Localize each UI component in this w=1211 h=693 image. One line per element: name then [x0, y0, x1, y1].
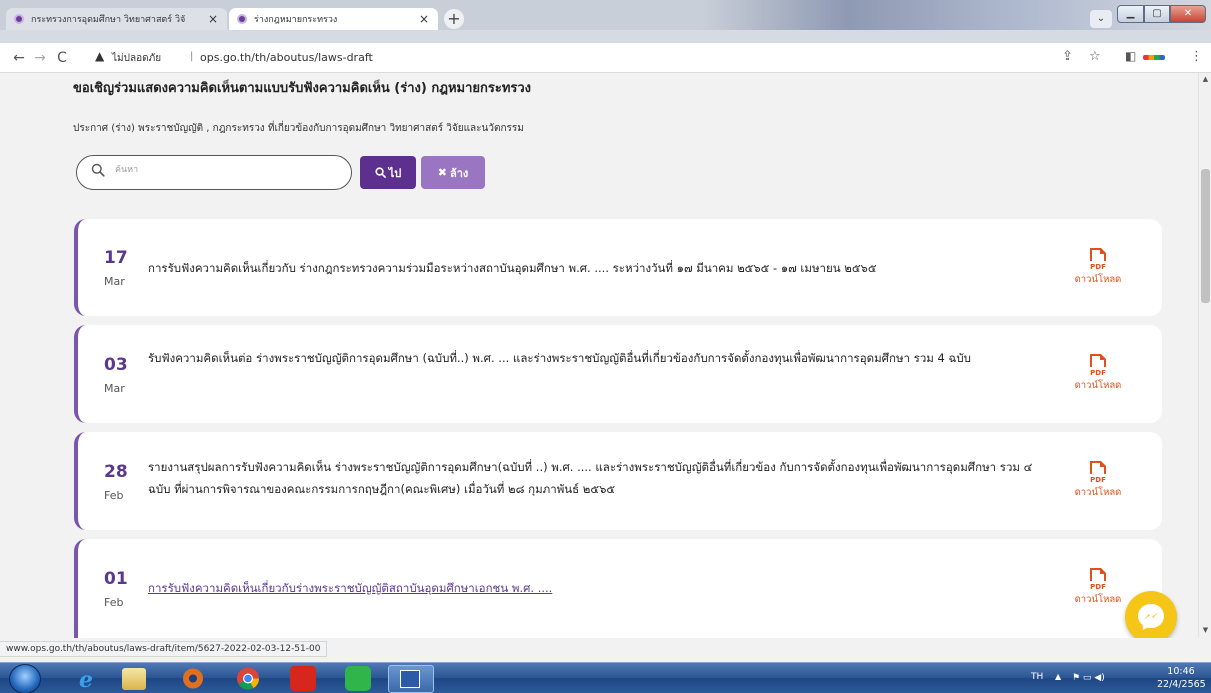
- word-app-icon[interactable]: [388, 665, 434, 693]
- item-month: Mar: [104, 382, 125, 395]
- chrome-icon[interactable]: [235, 666, 261, 691]
- url-text[interactable]: ops.go.th/th/aboutus/laws-draft: [200, 51, 373, 64]
- pdf-text: PDF: [1090, 583, 1106, 591]
- forward-arrow-icon[interactable]: →: [31, 49, 49, 67]
- list-item[interactable]: 01 Feb การรับฟังความคิดเห็นเกี่ยวกับร่าง…: [74, 539, 1162, 638]
- pdf-file-icon: PDF: [1090, 568, 1106, 591]
- tab-ministry-home[interactable]: กระทรวงการอุดมศึกษา วิทยาศาสตร์ วิจั ×: [6, 8, 227, 30]
- page-title: ขอเชิญร่วมแสดงความคิดเห็นตามแบบรับฟังควา…: [73, 81, 532, 96]
- pdf-download-link[interactable]: PDF ดาวน์โหลด: [1058, 460, 1138, 500]
- item-title-link[interactable]: การรับฟังความคิดเห็นเกี่ยวกับร่างพระราชบ…: [148, 577, 1048, 599]
- pdf-file-icon: PDF: [1090, 248, 1106, 271]
- search-box[interactable]: [76, 155, 352, 190]
- page-subtitle: ประกาศ (ร่าง) พระราชบัญญัติ , กฎกระทรวง …: [73, 123, 524, 134]
- back-arrow-icon[interactable]: ←: [10, 49, 28, 67]
- pdf-file-icon: PDF: [1090, 461, 1106, 484]
- browser-titlebar: กระทรวงการอุดมศึกษา วิทยาศาสตร์ วิจั × ร…: [0, 0, 1211, 43]
- pdf-text: PDF: [1090, 263, 1106, 271]
- scroll-up-arrow-icon[interactable]: ▲: [1199, 75, 1211, 83]
- window-close-button[interactable]: ✕: [1170, 5, 1206, 23]
- search-clear-button[interactable]: ✖ ล้าง: [421, 156, 485, 189]
- tray-status-icons[interactable]: ⚑ ▭ ◀): [1072, 673, 1105, 683]
- window-maximize-button[interactable]: ▢: [1144, 5, 1170, 23]
- search-go-button[interactable]: ไป: [360, 156, 416, 189]
- page-content: ขอเชิญร่วมแสดงความคิดเห็นตามแบบรับฟังควา…: [0, 73, 1198, 638]
- new-tab-button[interactable]: +: [444, 9, 464, 29]
- browser-menu-icon[interactable]: ⋮: [1190, 49, 1203, 64]
- windows-taskbar: e TH ▲ ⚑ ▭ ◀) 10:46 22/4/2565: [0, 662, 1211, 693]
- site-favicon-icon: [14, 14, 24, 24]
- list-item[interactable]: 03 Mar รับฟังความคิดเห็นต่อ ร่างพระราชบั…: [74, 325, 1162, 423]
- clock-time[interactable]: 10:46: [1157, 666, 1205, 677]
- clock-date[interactable]: 22/4/2565: [1157, 679, 1206, 690]
- pdf-text: PDF: [1090, 476, 1106, 484]
- tab-title: ร่างกฎหมายกระทรวง: [254, 15, 338, 25]
- tab-close-icon[interactable]: ×: [207, 12, 219, 26]
- search-icon: [91, 163, 105, 177]
- address-bar[interactable]: ▲ ไม่ปลอดภัย | ops.go.th/th/aboutus/laws…: [80, 47, 1118, 69]
- messenger-icon: [1138, 604, 1164, 630]
- pdf-download-link[interactable]: PDF ดาวน์โหลด: [1058, 353, 1138, 393]
- item-title[interactable]: การรับฟังความคิดเห็นเกี่ยวกับ ร่างกฎกระท…: [148, 257, 1048, 279]
- reload-icon[interactable]: C: [53, 49, 71, 67]
- clear-x-icon: ✖: [437, 166, 447, 179]
- link-status-url: www.ops.go.th/th/aboutus/laws-draft/item…: [0, 641, 328, 657]
- item-title[interactable]: รับฟังความคิดเห็นต่อ ร่างพระราชบัญญัติกา…: [148, 347, 1048, 369]
- scrollbar-thumb[interactable]: [1201, 169, 1210, 303]
- acrobat-reader-icon[interactable]: [290, 666, 316, 691]
- tab-title: กระทรวงการอุดมศึกษา วิทยาศาสตร์ วิจั: [31, 15, 186, 25]
- list-item[interactable]: 28 Feb รายงานสรุปผลการรับฟังความคิดเห็น …: [74, 432, 1162, 530]
- search-input[interactable]: [115, 165, 335, 175]
- line-app-icon[interactable]: [345, 666, 371, 691]
- list-item[interactable]: 17 Mar การรับฟังความคิดเห็นเกี่ยวกับ ร่า…: [74, 219, 1162, 316]
- tab-strip: กระทรวงการอุดมศึกษา วิทยาศาสตร์ วิจั × ร…: [0, 0, 1211, 30]
- scroll-down-arrow-icon[interactable]: ▼: [1199, 626, 1211, 634]
- go-label: ไป: [388, 166, 402, 180]
- item-title[interactable]: รายงานสรุปผลการรับฟังความคิดเห็น ร่างพระ…: [148, 456, 1048, 500]
- download-label: ดาวน์โหลด: [1074, 274, 1122, 285]
- item-day: 17: [104, 248, 128, 268]
- item-month: Feb: [104, 489, 124, 502]
- not-secure-label[interactable]: ไม่ปลอดภัย: [112, 51, 161, 66]
- file-explorer-icon[interactable]: [122, 668, 146, 690]
- tray-expand-icon[interactable]: ▲: [1055, 672, 1061, 681]
- share-icon[interactable]: ⇪: [1062, 49, 1073, 64]
- download-label: ดาวน์โหลด: [1074, 380, 1122, 391]
- item-month: Feb: [104, 596, 124, 609]
- tab-close-icon[interactable]: ×: [418, 12, 430, 26]
- page-scrollbar[interactable]: ▲ ▼: [1198, 73, 1211, 638]
- search-icon: [375, 167, 386, 178]
- download-label: ดาวน์โหลด: [1074, 487, 1122, 498]
- site-favicon-icon: [237, 14, 247, 24]
- pdf-download-link[interactable]: PDF ดาวน์โหลด: [1058, 247, 1138, 287]
- svg-text:e: e: [79, 667, 93, 691]
- item-day: 28: [104, 462, 128, 482]
- pdf-text: PDF: [1090, 369, 1106, 377]
- input-language[interactable]: TH: [1031, 672, 1043, 682]
- side-panel-icon[interactable]: ◧: [1125, 49, 1136, 63]
- tab-laws-draft[interactable]: ร่างกฎหมายกระทรวง ×: [229, 8, 438, 30]
- extension-icon[interactable]: [1143, 55, 1165, 60]
- browser-toolbar: ← → C ▲ ไม่ปลอดภัย | ops.go.th/th/aboutu…: [0, 43, 1211, 73]
- item-day: 03: [104, 355, 128, 375]
- item-month: Mar: [104, 275, 125, 288]
- tab-search-button[interactable]: ⌄: [1090, 10, 1112, 28]
- start-button[interactable]: [9, 664, 41, 693]
- media-player-icon[interactable]: [180, 666, 206, 691]
- pdf-file-icon: PDF: [1090, 354, 1106, 377]
- not-secure-warning-icon[interactable]: ▲: [95, 49, 104, 63]
- bookmark-star-icon[interactable]: ☆: [1089, 49, 1101, 64]
- clear-label: ล้าง: [449, 166, 469, 180]
- window-minimize-button[interactable]: ▁: [1117, 5, 1144, 23]
- internet-explorer-icon[interactable]: e: [73, 666, 99, 693]
- item-day: 01: [104, 569, 128, 589]
- messenger-chat-button[interactable]: [1125, 591, 1177, 638]
- address-separator: |: [190, 51, 194, 62]
